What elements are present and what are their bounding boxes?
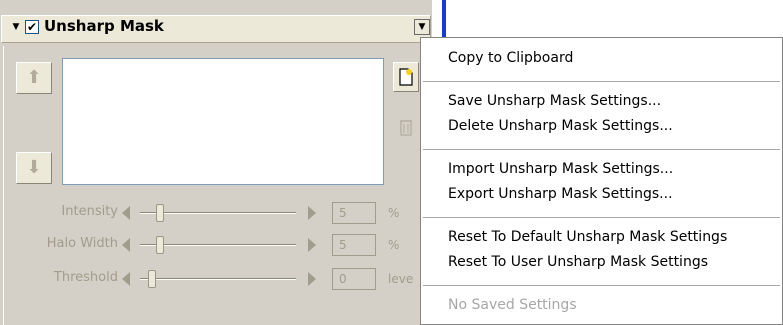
intensity-decrease-icon[interactable] [122, 206, 130, 220]
threshold-unit: leve [388, 272, 414, 286]
menu-separator [423, 81, 780, 82]
halo-width-increase-icon[interactable] [308, 238, 316, 252]
menu-item-reset-default[interactable]: Reset To Default Unsharp Mask Settings [448, 229, 727, 245]
menu-item-copy-to-clipboard[interactable]: Copy to Clipboard [448, 50, 573, 66]
threshold-increase-icon[interactable] [308, 272, 316, 286]
trash-icon [400, 120, 412, 136]
intensity-value[interactable]: 5 [332, 202, 376, 224]
threshold-value[interactable]: 0 [332, 268, 376, 290]
threshold-thumb[interactable] [148, 270, 156, 288]
delete-settings-button[interactable] [393, 112, 419, 142]
threshold-label: Threshold [53, 270, 118, 285]
menu-separator [423, 149, 780, 150]
menu-item-save-settings[interactable]: Save Unsharp Mask Settings... [448, 93, 661, 109]
menu-separator [423, 217, 780, 218]
halo-width-label: Halo Width [46, 236, 118, 251]
enable-checkbox[interactable]: ✔ [25, 20, 39, 34]
menu-item-delete-settings[interactable]: Delete Unsharp Mask Settings... [448, 118, 673, 134]
halo-width-unit: % [388, 238, 400, 252]
menu-separator [423, 285, 780, 286]
intensity-thumb[interactable] [156, 204, 165, 222]
context-menu: Copy to Clipboard Save Unsharp Mask Sett… [420, 37, 783, 325]
intensity-unit: % [388, 206, 400, 220]
halo-width-value[interactable]: 5 [332, 234, 376, 256]
collapse-arrow-icon[interactable]: ▼ [10, 21, 22, 33]
intensity-increase-icon[interactable] [308, 206, 316, 220]
menu-item-reset-user[interactable]: Reset To User Unsharp Mask Settings [448, 254, 708, 270]
threshold-track[interactable] [140, 278, 296, 280]
new-settings-button[interactable] [393, 62, 419, 92]
up-arrow-icon: ⬆ [26, 67, 42, 88]
intensity-label: Intensity [61, 204, 118, 219]
panel-menu-button[interactable]: ▼ [414, 19, 430, 35]
saved-settings-list[interactable] [62, 58, 384, 185]
menu-item-export-settings[interactable]: Export Unsharp Mask Settings... [448, 186, 673, 202]
halo-width-decrease-icon[interactable] [122, 238, 130, 252]
panel-title: Unsharp Mask [44, 17, 164, 35]
menu-item-no-saved-settings: No Saved Settings [448, 297, 577, 313]
new-document-icon [399, 68, 413, 86]
move-up-button[interactable]: ⬆ [16, 62, 52, 94]
unsharp-mask-panel: ▼ ✔ Unsharp Mask ▼ ⬆ ⬇ Intensity 5 % Hal… [0, 0, 432, 325]
menu-item-import-settings[interactable]: Import Unsharp Mask Settings... [448, 161, 673, 177]
down-arrow-icon: ⬇ [26, 157, 42, 178]
move-down-button[interactable]: ⬇ [16, 152, 52, 184]
halo-width-thumb[interactable] [156, 236, 165, 254]
threshold-decrease-icon[interactable] [122, 272, 130, 286]
